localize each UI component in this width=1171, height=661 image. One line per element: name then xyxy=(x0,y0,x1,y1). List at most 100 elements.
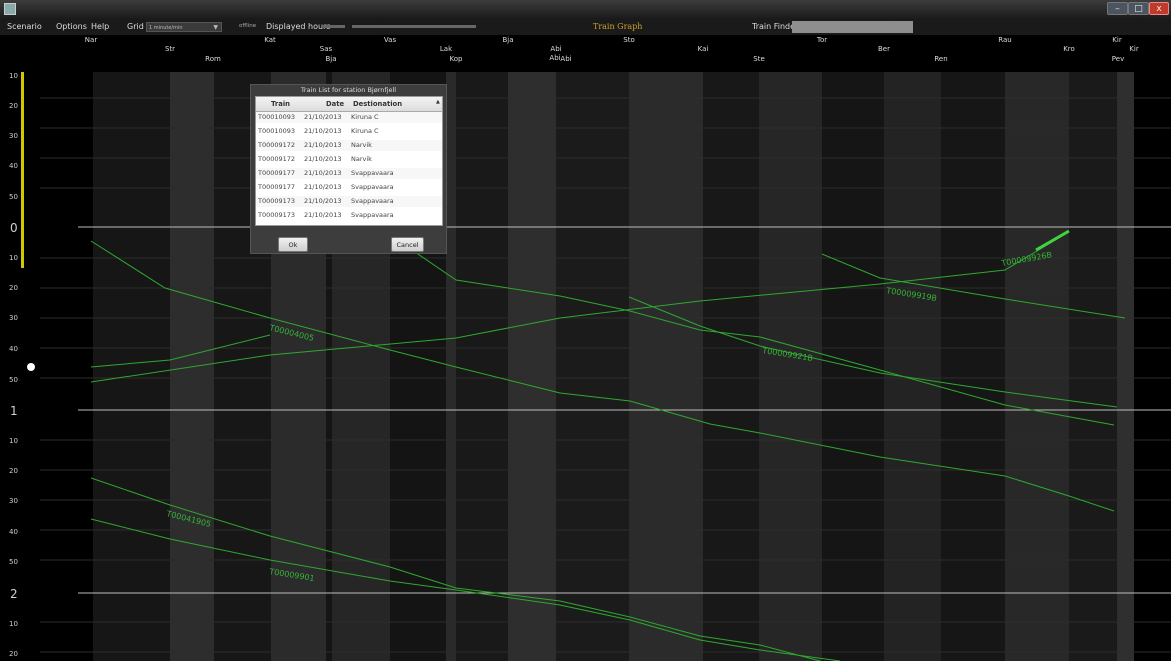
menu-scenario[interactable]: Scenario xyxy=(7,18,42,35)
station-label[interactable]: Abi xyxy=(549,54,560,62)
cell-destination: Svappavaara xyxy=(351,211,394,219)
station-label[interactable]: Ren xyxy=(934,55,947,63)
time-tick: 50 xyxy=(9,558,18,566)
cancel-button[interactable]: Cancel xyxy=(391,237,424,252)
cell-date: 21/10/2013 xyxy=(304,169,342,177)
cell-destination: Narvik xyxy=(351,141,372,149)
time-tick: 50 xyxy=(9,193,18,201)
time-tick: 40 xyxy=(9,162,18,170)
time-axis: 10 20 30 40 50 0 10 20 30 40 50 1 10 20 … xyxy=(9,72,18,658)
cell-date: 21/10/2013 xyxy=(304,211,342,219)
time-tick: 20 xyxy=(9,284,18,292)
dialog-title: Train List for station Bjørnfjell xyxy=(300,86,397,94)
displayed-hours-slider[interactable] xyxy=(352,25,476,28)
cell-train: T00009177 xyxy=(258,169,296,177)
minimize-button[interactable]: – xyxy=(1107,2,1128,15)
station-label[interactable]: Lak xyxy=(440,45,452,53)
close-button[interactable]: x xyxy=(1149,2,1169,15)
table-row[interactable]: T00010093 21/10/2013 Kiruna C xyxy=(256,126,442,137)
station-label[interactable]: Ste xyxy=(753,55,765,63)
train-graph[interactable]: 10 20 30 40 50 0 10 20 30 40 50 1 10 20 … xyxy=(0,72,1171,661)
cell-train: T00009172 xyxy=(258,155,296,163)
ok-button[interactable]: Ok xyxy=(278,237,308,252)
train-finder-input[interactable] xyxy=(792,21,913,33)
table-row[interactable]: T00009177 21/10/2013 Svappavaara xyxy=(256,168,442,179)
displayed-hours-handle[interactable] xyxy=(323,25,345,28)
station-band xyxy=(93,72,170,661)
cell-date: 21/10/2013 xyxy=(304,141,342,149)
station-label[interactable]: Kop xyxy=(450,55,463,63)
time-tick: 20 xyxy=(9,467,18,475)
menu-help[interactable]: Help xyxy=(91,18,109,35)
station-label[interactable]: Kai xyxy=(698,45,709,53)
station-label[interactable]: Pev xyxy=(1112,55,1124,63)
time-tick: 30 xyxy=(9,314,18,322)
time-tick-hour: 0 xyxy=(10,221,18,235)
cell-train: T00010093 xyxy=(258,113,296,121)
menu-bar: Scenario Options Help Grid 1 minute/min … xyxy=(0,18,1171,35)
time-tick: 20 xyxy=(9,102,18,110)
station-label[interactable]: Abi xyxy=(550,45,561,53)
grid-select-value: 1 minute/min xyxy=(149,25,183,31)
column-header-date[interactable]: Date xyxy=(326,100,344,108)
time-tick: 30 xyxy=(9,132,18,140)
station-band xyxy=(703,72,759,661)
grid-select[interactable]: 1 minute/min ▼ xyxy=(146,22,222,32)
time-tick: 40 xyxy=(9,528,18,536)
station-label[interactable]: Kir xyxy=(1129,45,1138,53)
station-label[interactable]: Kat xyxy=(264,36,276,44)
cell-date: 21/10/2013 xyxy=(304,155,342,163)
table-row[interactable]: T00009173 21/10/2013 Svappavaara xyxy=(256,196,442,207)
station-band xyxy=(1069,72,1117,661)
time-tick: 50 xyxy=(9,376,18,384)
mouse-cursor-dot xyxy=(27,363,35,371)
station-label[interactable]: Sto xyxy=(623,36,634,44)
column-header-train[interactable]: Train xyxy=(271,100,290,108)
station-label[interactable]: Ber xyxy=(878,45,890,53)
train-list-table[interactable]: Train Date Destionation ▲ T00010093 21/1… xyxy=(255,96,443,226)
cell-train: T00009173 xyxy=(258,197,296,205)
station-band xyxy=(556,72,629,661)
station-label[interactable]: Str xyxy=(165,45,175,53)
cell-destination: Svappavaara xyxy=(351,183,394,191)
displayed-hours-label: Displayed hours xyxy=(266,22,331,31)
cell-destination: Narvik xyxy=(351,155,372,163)
table-row[interactable]: T00009177 21/10/2013 Svappavaara xyxy=(256,182,442,193)
station-label[interactable]: Kir xyxy=(1112,36,1121,44)
column-header-destination[interactable]: Destionation xyxy=(353,100,402,108)
offline-status: offline xyxy=(239,23,257,29)
station-label[interactable]: Vas xyxy=(384,36,396,44)
menu-options[interactable]: Options xyxy=(56,18,87,35)
station-label[interactable]: Abi xyxy=(560,55,571,63)
station-label[interactable]: Nar xyxy=(85,36,97,44)
station-label[interactable]: Kro xyxy=(1063,45,1075,53)
table-body: T00010093 21/10/2013 Kiruna C T00010093 … xyxy=(256,112,442,226)
station-label[interactable]: Rau xyxy=(998,36,1011,44)
station-label[interactable]: Rom xyxy=(205,55,221,63)
station-label[interactable]: Bja xyxy=(502,36,513,44)
maximize-button[interactable]: □ xyxy=(1128,2,1149,15)
table-header: Train Date Destionation ▲ xyxy=(256,97,442,112)
table-row[interactable]: T00009173 21/10/2013 Svappavaara xyxy=(256,210,442,221)
time-tick: 20 xyxy=(9,650,18,658)
station-band xyxy=(884,72,941,661)
station-band xyxy=(941,72,1005,661)
train-list-dialog: Train List for station Bjørnfjell Train … xyxy=(250,84,447,254)
station-band xyxy=(456,72,508,661)
time-tick: 10 xyxy=(9,620,18,628)
station-label[interactable]: Bja xyxy=(325,55,336,63)
table-row[interactable]: T00010093 21/10/2013 Kiruna C xyxy=(256,112,442,123)
station-label[interactable]: Tor xyxy=(817,36,827,44)
time-tick: 10 xyxy=(9,72,18,80)
table-row[interactable]: T00009172 21/10/2013 Narvik xyxy=(256,154,442,165)
time-tick: 10 xyxy=(9,437,18,445)
time-tick-hour: 2 xyxy=(10,587,18,601)
cell-date: 21/10/2013 xyxy=(304,183,342,191)
table-row[interactable]: T00009172 21/10/2013 Narvik xyxy=(256,140,442,151)
graph-title: Train Graph xyxy=(593,22,643,31)
sort-arrow-icon[interactable]: ▲ xyxy=(436,99,440,105)
time-tick: 40 xyxy=(9,345,18,353)
station-label[interactable]: Sas xyxy=(320,45,332,53)
cell-train: T00009173 xyxy=(258,211,296,219)
cell-train: T00009177 xyxy=(258,183,296,191)
